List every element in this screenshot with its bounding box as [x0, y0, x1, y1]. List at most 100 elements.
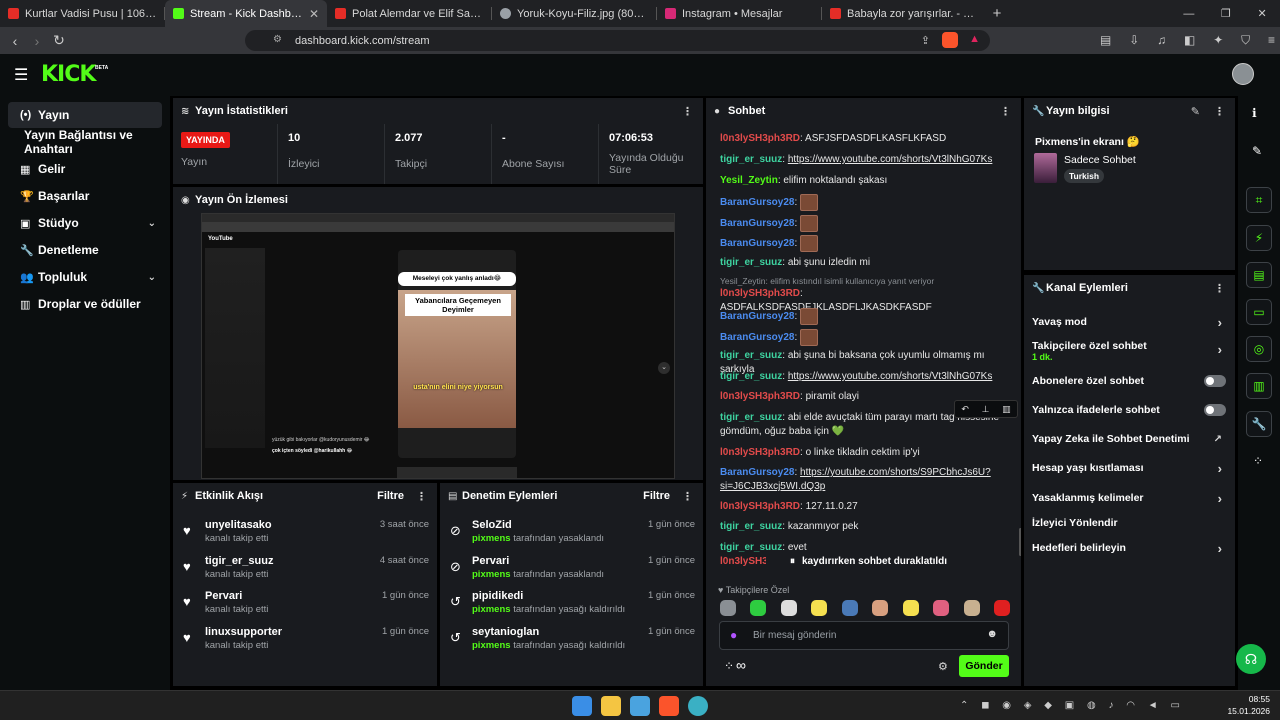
sidebar-item-stream-key[interactable]: Yayın Bağlantısı ve Anahtarı	[8, 128, 162, 156]
sidebar-item-basarilar[interactable]: 🏆 Başarılar	[8, 183, 162, 209]
edit-icon[interactable]: ✎	[1252, 144, 1262, 158]
chat-message[interactable]: tigir_er_suuz: kazanmıyor pek	[720, 520, 1010, 534]
emote-icon[interactable]	[933, 600, 950, 616]
goals-item[interactable]: Hedefleri belirleyin ›	[1024, 534, 1234, 562]
reload-icon[interactable]: ↻	[48, 32, 70, 49]
send-button[interactable]: Gönder	[959, 655, 1009, 677]
browser-tab[interactable]: Yoruk-Koyu-Filiz.jpg (800×600)	[492, 0, 657, 27]
sidebar-item-topluluk[interactable]: 👥 Topluluk ⌄	[8, 264, 162, 290]
chat-message[interactable]: BaranGursoy28:	[720, 235, 1010, 252]
tray-icon[interactable]: ▣	[1065, 700, 1074, 711]
sidebar-item-denetleme[interactable]: 🔧 Denetleme	[8, 237, 162, 263]
info-icon[interactable]: ℹ	[1252, 106, 1257, 120]
support-icon[interactable]: ☊	[1236, 644, 1266, 674]
browser-tab[interactable]: Babayla zor yarışırlar. - YouTube	[822, 0, 982, 27]
category-thumbnail[interactable]	[1034, 153, 1057, 183]
tray-icon[interactable]: ◉	[1002, 700, 1011, 711]
share-icon[interactable]: ⇪	[921, 34, 930, 47]
chat-username[interactable]: BaranGursoy28	[720, 197, 794, 208]
banned-words-item[interactable]: Yasaklanmış kelimeler ›	[1024, 484, 1234, 512]
chat-username[interactable]: l0n3lySH3ph3RD	[720, 501, 800, 512]
chat-username[interactable]: l0n3lySH3ph3RD	[720, 447, 800, 458]
chevron-down-icon[interactable]: ⌄	[148, 272, 156, 283]
raid-item[interactable]: İzleyici Yönlendir	[1024, 509, 1234, 537]
sidebar-item-yayin[interactable]: (•) Yayın	[8, 102, 162, 128]
clock-date[interactable]: 15.01.2026	[1222, 706, 1270, 716]
chat-username[interactable]: Yesil_Zeytin	[720, 175, 778, 186]
chat-message[interactable]: BaranGursoy28:	[720, 329, 1010, 346]
more-options-icon[interactable]: ⋮	[1214, 105, 1225, 118]
microphone-icon[interactable]: ●	[730, 628, 737, 642]
more-options-icon[interactable]: ⋮	[1000, 105, 1011, 118]
clip-button[interactable]: ⌗	[1246, 187, 1272, 213]
chat-message[interactable]: BaranGursoy28: https://youtube.com/short…	[720, 466, 1010, 494]
chat-message[interactable]: BaranGursoy28:	[720, 308, 1010, 325]
tray-icon[interactable]: ◼	[981, 700, 989, 711]
chat-message[interactable]: tigir_er_suuz: https://www.youtube.com/s…	[720, 153, 1010, 167]
chat-username[interactable]: BaranGursoy28	[720, 238, 794, 249]
windows-start-icon[interactable]	[572, 696, 592, 716]
chat-message[interactable]: l0n3lySH3ph3RD: ASFJSFDASDFLKASFLKFASD	[720, 132, 1010, 146]
minimize-icon[interactable]: —	[1183, 8, 1194, 20]
pin-icon[interactable]: ⊥	[982, 404, 990, 415]
subscribers-only-item[interactable]: Abonelere özel sohbet	[1024, 367, 1234, 395]
chat-username[interactable]: l0n3lySH3ph3RD	[720, 288, 800, 299]
browser-tab[interactable]: Instagram • Mesajlar	[657, 0, 822, 27]
sidebar-toggle-icon[interactable]: ◧	[1184, 33, 1195, 48]
browser-tab[interactable]: Polat Alemdar ve Elif Sahneleri (Part	[327, 0, 492, 27]
menu-icon[interactable]: ≡	[1268, 33, 1275, 48]
chat-username[interactable]: l0n3lySH3ph3RD	[720, 391, 800, 402]
emote-icon[interactable]	[780, 600, 797, 616]
kick-drops-icon[interactable]: ⁘	[724, 659, 734, 673]
hamburger-menu-icon[interactable]: ☰	[14, 65, 28, 85]
browser-tab[interactable]: Kurtlar Vadisi Pusu | 106. Bölüm | Yük	[0, 0, 165, 27]
back-icon[interactable]: ‹	[4, 33, 26, 49]
emote-icon[interactable]	[963, 600, 980, 616]
photos-icon[interactable]	[630, 696, 650, 716]
more-options-icon[interactable]: ⋮	[1214, 282, 1225, 295]
media-icon[interactable]: ♫	[1157, 33, 1166, 48]
followers-only-item[interactable]: Takipçilere özel sohbet 1 dk. ›	[1024, 336, 1234, 364]
chat-username[interactable]: tigir_er_suuz	[720, 521, 782, 532]
filter-button[interactable]: Filtre	[377, 490, 404, 502]
emote-icon[interactable]	[841, 600, 858, 616]
browser-tab-active[interactable]: Stream - Kick Dashboard ✕	[165, 0, 327, 27]
emotes-only-item[interactable]: Yalnızca ifadelerle sohbet	[1024, 396, 1234, 424]
tray-icon[interactable]: ◍	[1087, 700, 1096, 711]
close-window-icon[interactable]: ✕	[1257, 7, 1266, 20]
chat-link[interactable]: https://www.youtube.com/shorts/Vt3lNhG07…	[788, 371, 993, 382]
emoji-icon[interactable]: ☻	[986, 628, 998, 640]
chat-username[interactable]: BaranGursoy28	[720, 332, 794, 343]
chat-message[interactable]: l0n3lySH3ph3RD: o linke tikladin cektim …	[720, 446, 1010, 460]
new-tab-button[interactable]: +	[982, 5, 1012, 22]
chat-message[interactable]: Yesil_Zeytin: elifim noktalandı şakası	[720, 174, 1010, 188]
url-field[interactable]: ⚙ dashboard.kick.com/stream ⇪ ▲	[245, 30, 990, 51]
emote-icon[interactable]	[811, 600, 828, 616]
chat-username[interactable]: BaranGursoy28	[720, 467, 794, 478]
chat-username[interactable]: BaranGursoy28	[720, 218, 794, 229]
tray-icon[interactable]: ◆	[1044, 700, 1052, 711]
slow-mode-item[interactable]: Yavaş mod ›	[1024, 308, 1234, 336]
vpn-icon[interactable]: ⛉	[1241, 33, 1250, 48]
chat-message[interactable]: tigir_er_suuz: https://www.youtube.com/s…	[720, 370, 1010, 384]
kick-logo[interactable]: KICK	[41, 62, 96, 87]
chat-scrollbar[interactable]	[1019, 528, 1021, 556]
chat-username[interactable]: tigir_er_suuz	[720, 412, 782, 423]
chat-message[interactable]: l0n3lySH3ph3RD: 127.11.0.27	[720, 500, 1010, 514]
clock-time[interactable]: 08:55	[1238, 694, 1270, 704]
app-icon[interactable]	[688, 696, 708, 716]
wifi-icon[interactable]: ◠	[1126, 700, 1135, 711]
emote-icon[interactable]	[902, 600, 919, 616]
volume-icon[interactable]: ◄	[1148, 700, 1158, 711]
edit-icon[interactable]: ✎	[1191, 105, 1200, 118]
more-options-icon[interactable]: ⋮	[416, 490, 427, 503]
site-info-icon[interactable]: ⚙	[273, 34, 282, 45]
toggle-switch[interactable]	[1204, 375, 1226, 387]
category-name[interactable]: Sadece Sohbet	[1064, 154, 1136, 166]
chat-message[interactable]: tigir_er_suuz: abi şunu izledin mi	[720, 256, 1010, 270]
extensions-icon[interactable]: ✦	[1213, 33, 1223, 48]
chevron-down-icon[interactable]: ⌄	[148, 218, 156, 229]
tray-icon[interactable]: ⌃	[960, 700, 968, 711]
chat-username[interactable]: tigir_er_suuz	[720, 154, 782, 165]
chat-username[interactable]: tigir_er_suuz	[720, 257, 782, 268]
